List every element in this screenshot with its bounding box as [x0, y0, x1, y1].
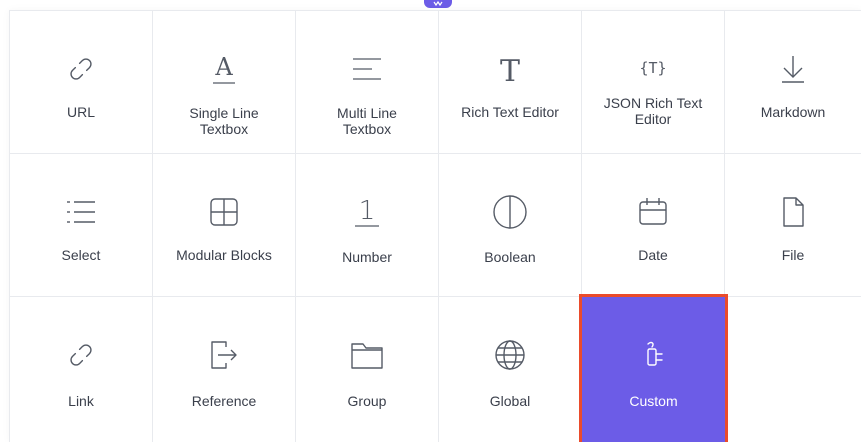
field-label-file: File	[781, 247, 805, 263]
field-type-date[interactable]: Date	[582, 154, 725, 297]
field-type-panel: URL A Single Line Textbox Multi Line Tex…	[9, 10, 861, 442]
field-label-markdown: Markdown	[760, 104, 826, 120]
empty-grid-cell	[725, 297, 861, 442]
field-label-rich-text: Rich Text Editor	[461, 104, 559, 120]
field-type-custom[interactable]: Custom	[579, 294, 728, 442]
link-icon	[61, 335, 101, 375]
field-label-multi-line: Multi Line Textbox	[302, 105, 432, 137]
field-type-grid: URL A Single Line Textbox Multi Line Tex…	[10, 11, 861, 442]
single-line-text-icon: A	[204, 49, 244, 89]
field-type-global[interactable]: Global	[439, 297, 582, 442]
field-label-link: Link	[68, 393, 94, 409]
field-label-modular-blocks: Modular Blocks	[176, 247, 272, 263]
field-type-reference[interactable]: Reference	[153, 297, 296, 442]
field-type-json-rich-text-editor[interactable]: {T} JSON Rich Text Editor	[582, 11, 725, 154]
field-label-global: Global	[489, 393, 531, 409]
list-select-icon	[61, 192, 101, 232]
url-link-icon	[61, 49, 101, 89]
field-type-rich-text-editor[interactable]: T Rich Text Editor	[439, 11, 582, 154]
field-type-group[interactable]: Group	[296, 297, 439, 442]
field-label-reference: Reference	[191, 393, 257, 409]
field-label-json-rich-2: Editor	[634, 111, 672, 127]
field-type-file[interactable]: File	[725, 154, 861, 297]
boolean-circle-icon	[490, 192, 530, 232]
field-label-boolean: Boolean	[484, 249, 536, 265]
field-label-group: Group	[347, 393, 387, 409]
field-label-number: Number	[342, 249, 392, 265]
number-glyph: 1	[359, 196, 376, 226]
field-type-boolean[interactable]: Boolean	[439, 154, 582, 297]
field-picker-stage: URL A Single Line Textbox Multi Line Tex…	[0, 0, 861, 442]
calendar-icon	[633, 192, 673, 232]
field-label-custom: Custom	[629, 393, 678, 409]
json-rich-glyph: {T}	[639, 59, 666, 77]
collapse-tab[interactable]	[424, 0, 452, 8]
field-label-url: URL	[66, 104, 95, 120]
field-label-multi-line-2: Textbox	[342, 121, 392, 137]
reference-icon	[204, 335, 244, 375]
field-type-multi-line-textbox[interactable]: Multi Line Textbox	[296, 11, 439, 154]
field-type-link[interactable]: Link	[10, 297, 153, 442]
field-label-date: Date	[638, 247, 668, 263]
field-label-select: Select	[61, 247, 101, 263]
field-type-number[interactable]: 1 Number	[296, 154, 439, 297]
field-type-modular-blocks[interactable]: Modular Blocks	[153, 154, 296, 297]
field-label-multi-line-1: Multi Line	[337, 105, 397, 121]
field-label-json-rich-1: JSON Rich Text	[603, 95, 703, 111]
rich-text-glyph: T	[500, 54, 520, 87]
tab-handle-icon	[433, 0, 443, 7]
field-type-url[interactable]: URL	[10, 11, 153, 154]
markdown-arrow-icon	[773, 49, 813, 89]
field-label-json-rich: JSON Rich Text Editor	[588, 95, 718, 127]
field-label-single-line-2: Textbox	[199, 121, 249, 137]
field-type-select[interactable]: Select	[10, 154, 153, 297]
folder-icon	[347, 335, 387, 375]
file-icon	[773, 192, 813, 232]
rich-text-icon: T	[490, 49, 530, 89]
single-line-glyph: A	[214, 53, 233, 81]
modular-blocks-icon	[204, 192, 244, 232]
field-label-single-line: Single Line Textbox	[159, 105, 289, 137]
multi-line-text-icon	[347, 49, 387, 89]
globe-icon	[490, 335, 530, 375]
field-type-single-line-textbox[interactable]: A Single Line Textbox	[153, 11, 296, 154]
field-type-markdown[interactable]: Markdown	[725, 11, 861, 154]
json-rich-text-icon: {T}	[633, 49, 673, 89]
number-one-icon: 1	[347, 192, 387, 232]
field-label-single-line-1: Single Line	[189, 105, 259, 121]
plug-icon	[634, 335, 674, 375]
